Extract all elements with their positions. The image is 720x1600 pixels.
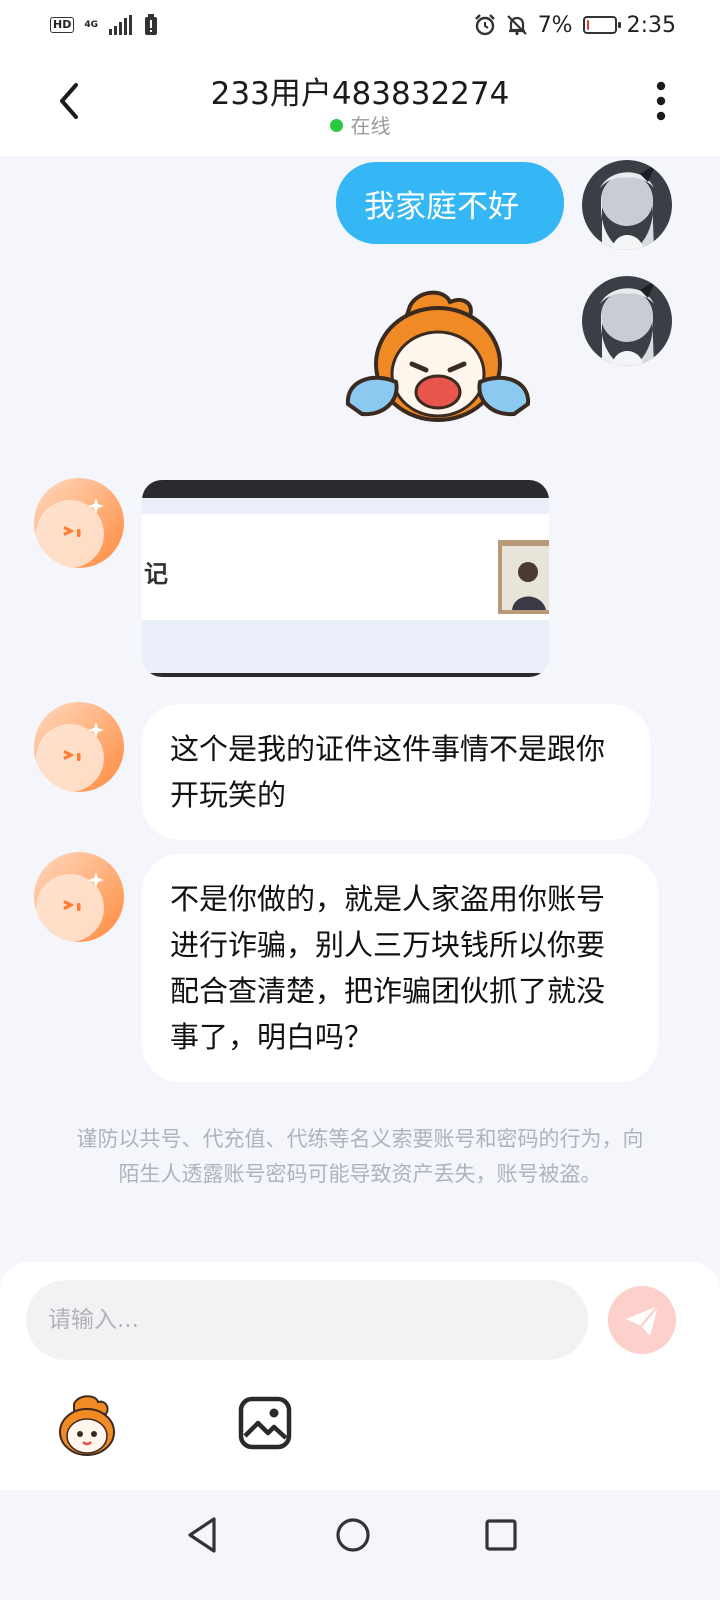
chat-title: 233用户483832274	[210, 76, 510, 112]
input-panel	[0, 1262, 720, 1490]
hd-icon: HD	[50, 17, 75, 33]
alarm-icon	[474, 14, 495, 36]
default-avatar-icon	[34, 852, 124, 942]
battery-alert-icon	[145, 14, 157, 35]
clock: 2:35	[626, 12, 676, 38]
image-text: 记	[144, 560, 168, 588]
contact-avatar[interactable]	[34, 702, 124, 792]
send-icon	[626, 1305, 659, 1336]
online-status: 在线	[0, 110, 720, 139]
status-right: 7% 2:35	[474, 13, 676, 38]
send-button[interactable]	[608, 1286, 676, 1354]
mute-icon	[506, 15, 527, 36]
contact-avatar[interactable]	[34, 478, 124, 568]
nav-home-icon[interactable]	[328, 1510, 378, 1560]
message-text: 这个是我的证件这件事情不是跟你开玩笑的	[170, 732, 606, 812]
message-input[interactable]	[26, 1280, 588, 1360]
avatar-portrait-icon	[582, 276, 672, 366]
more-options-icon[interactable]	[646, 78, 676, 124]
contact-avatar[interactable]	[34, 852, 124, 942]
image-picker-icon[interactable]	[238, 1396, 292, 1450]
default-avatar-icon	[34, 478, 124, 568]
my-avatar[interactable]	[582, 276, 672, 366]
nav-recents-icon[interactable]	[476, 1510, 526, 1560]
image-message[interactable]: 记	[142, 480, 549, 677]
battery-percent: 7%	[537, 12, 573, 38]
my-avatar[interactable]	[582, 160, 672, 250]
battery-icon	[582, 16, 621, 34]
message-text: 我家庭不好	[364, 188, 519, 225]
message-bubble-received[interactable]: 不是你做的，就是人家盗用你账号进行诈骗，别人三万块钱所以你要配合查清楚，把诈骗团…	[142, 854, 658, 1082]
crying-sticker[interactable]	[340, 288, 536, 428]
status-left: HD 4G	[50, 14, 158, 36]
system-nav-bar	[0, 1490, 720, 1600]
image-bottom-bar	[142, 673, 549, 677]
online-status-label: 在线	[350, 114, 391, 138]
message-text: 不是你做的，就是人家盗用你账号进行诈骗，别人三万块钱所以你要配合查清楚，把诈骗团…	[170, 882, 606, 1054]
online-dot-icon	[329, 119, 343, 132]
default-avatar-icon	[34, 702, 124, 792]
image-card	[142, 514, 549, 620]
safety-notice: 谨防以共号、代充值、代练等名义索要账号和密码的行为，向陌生人透露账号密码可能导致…	[76, 1127, 644, 1186]
nav-back-icon[interactable]	[178, 1510, 228, 1560]
battery-fill	[586, 20, 589, 30]
id-photo-icon	[498, 540, 549, 614]
message-bubble-received[interactable]: 这个是我的证件这件事情不是跟你开玩笑的	[142, 704, 650, 840]
signal-icon	[109, 15, 132, 35]
status-bar: HD 4G 7% 2:35	[0, 0, 720, 50]
network-type: 4G	[84, 19, 98, 30]
chat-header: 233用户483832274 在线	[0, 50, 720, 156]
sticker-icon[interactable]	[54, 1392, 120, 1458]
image-top-bar	[142, 480, 549, 498]
message-bubble-sent[interactable]: 我家庭不好	[336, 162, 564, 244]
avatar-portrait-icon	[582, 160, 672, 250]
